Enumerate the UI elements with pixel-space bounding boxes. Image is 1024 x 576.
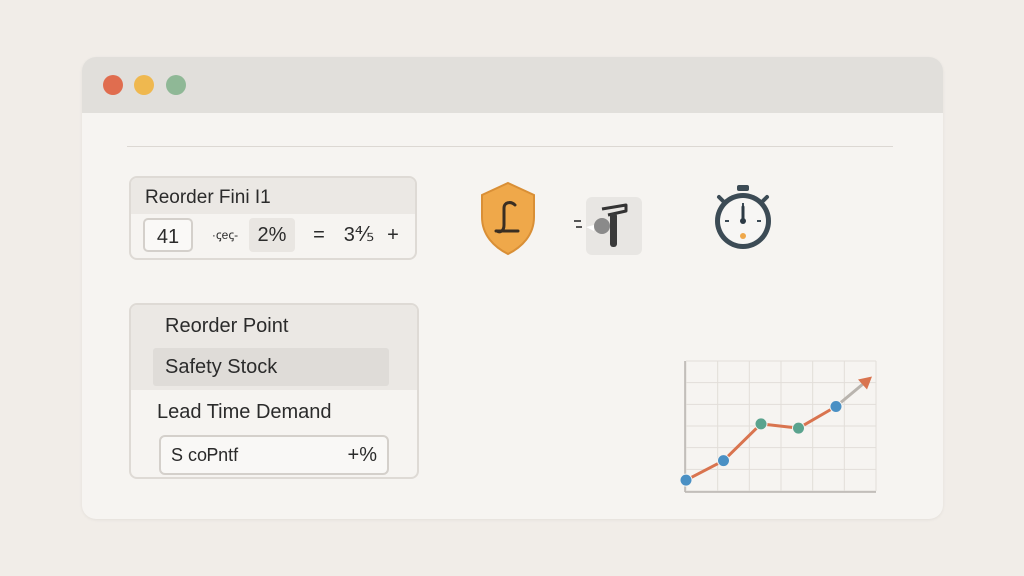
count-input[interactable]: S coᏢntf +%	[159, 435, 389, 475]
trend-chart	[679, 360, 877, 493]
title-bar	[82, 57, 943, 113]
shield-icon[interactable]	[478, 181, 538, 257]
minimize-window-button[interactable]	[134, 75, 154, 95]
percent-suffix: +%	[347, 444, 377, 466]
maximize-window-button[interactable]	[166, 75, 186, 95]
app-window: Reorder Fini I1 41 ·ꞔeꞔ- 2% = 3⅘ + Reord…	[82, 57, 943, 519]
data-point	[792, 421, 805, 435]
data-point	[679, 473, 693, 487]
list-item-safety-stock[interactable]: Safety Stock	[153, 348, 389, 386]
percent-field[interactable]: 2%	[249, 218, 295, 252]
tool-icon[interactable]	[574, 195, 644, 257]
header-divider	[127, 146, 893, 147]
add-button[interactable]: +	[383, 218, 403, 252]
count-input-label: S coᏢntf	[171, 445, 239, 465]
data-point	[829, 400, 843, 413]
metrics-list: Reorder Point Safety Stock Lead Time Dem…	[129, 303, 419, 479]
formula-card: Reorder Fini I1 41 ·ꞔeꞔ- 2% = 3⅘ +	[129, 176, 417, 260]
formula-title: Reorder Fini I1	[145, 187, 271, 208]
formula-header: Reorder Fini I1	[131, 178, 415, 214]
quantity-field[interactable]: 41	[143, 218, 193, 252]
operator-text: ·ꞔeꞔ-	[211, 228, 239, 242]
list-item-reorder-point[interactable]: Reorder Point	[165, 307, 405, 345]
data-point	[754, 417, 768, 431]
result-value: 3⅘	[343, 224, 375, 246]
list-item-lead-time-demand[interactable]: Lead Time Demand	[157, 393, 397, 431]
data-point	[717, 454, 730, 468]
equals-sign: =	[313, 224, 325, 246]
stopwatch-icon[interactable]	[710, 183, 776, 253]
close-window-button[interactable]	[103, 75, 123, 95]
